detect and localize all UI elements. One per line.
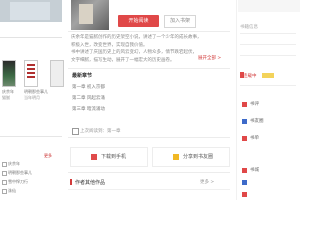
list-item[interactable]: 雪中悍刀行 — [8, 179, 28, 185]
divider — [68, 137, 230, 138]
divider — [240, 33, 296, 34]
divider — [240, 55, 296, 56]
add-to-shelf-button[interactable]: 加入书架 — [164, 15, 196, 28]
banner[interactable] — [0, 0, 62, 22]
download-label: 下载到手机 — [101, 154, 127, 160]
book-cover[interactable] — [50, 60, 64, 87]
more-link[interactable]: 更多 — [44, 153, 52, 159]
chapter-link[interactable]: 第一章 初入京都 — [72, 84, 105, 90]
banner-image — [10, 2, 50, 20]
chapter-link[interactable]: 第三章 暗流涌动 — [72, 106, 105, 112]
share-button[interactable]: 分享到书友圈 — [152, 147, 230, 167]
related-title: 作者其他作品 — [75, 180, 106, 186]
checkbox[interactable] — [2, 171, 7, 176]
book-author: 猫腻 — [2, 95, 10, 100]
group-icon — [242, 119, 247, 124]
read-button[interactable]: 开始阅读 — [118, 15, 159, 27]
misc-icon — [242, 192, 247, 197]
divider — [0, 37, 62, 38]
divider — [240, 44, 296, 45]
related-more-link[interactable]: 更多 > — [200, 179, 214, 185]
tag-badge — [262, 73, 274, 78]
sidebar-item[interactable]: 书评 — [250, 101, 259, 107]
checkbox[interactable] — [2, 180, 7, 185]
list-item[interactable]: 庆余年 — [8, 161, 20, 167]
chapter-link[interactable]: 第二章 风起云涌 — [72, 95, 105, 101]
sidebar-header: 书籍信息 — [240, 25, 258, 30]
section-marker — [70, 179, 72, 185]
comment-icon — [242, 102, 247, 107]
sidebar-item[interactable]: 书城 — [250, 167, 259, 173]
download-button[interactable]: 下载到手机 — [70, 147, 148, 167]
phone-icon — [91, 154, 97, 160]
book-author: 当年明月 — [24, 95, 40, 100]
divider — [68, 172, 230, 173]
expand-description-link[interactable]: 展开全部 > — [198, 55, 221, 61]
sidebar-item[interactable]: 书单 — [250, 135, 259, 141]
divider — [236, 0, 237, 200]
share-label: 分享到书友圈 — [183, 154, 214, 160]
checkbox[interactable] — [2, 162, 7, 167]
bookmark-icon — [72, 128, 79, 135]
store-icon — [242, 168, 247, 173]
divider — [68, 68, 230, 69]
sidebar-item[interactable]: 书友圈 — [250, 118, 264, 124]
last-read-text[interactable]: 上次阅读到：第一章 — [80, 128, 121, 134]
right-top-bar — [238, 0, 300, 12]
status-badge: 连载中 — [243, 74, 257, 79]
divider — [240, 85, 296, 86]
list-icon — [242, 136, 247, 141]
divider — [68, 31, 230, 32]
info-icon — [242, 180, 247, 185]
book-cover-large — [71, 0, 109, 30]
divider — [68, 189, 230, 190]
section-title: 最新章节 — [72, 73, 93, 79]
book-cover[interactable] — [2, 60, 16, 87]
share-icon — [173, 154, 179, 160]
list-item[interactable]: 明朝那些事儿 — [8, 170, 32, 176]
checkbox[interactable] — [2, 189, 7, 194]
book-cover[interactable] — [24, 60, 38, 87]
list-item[interactable]: 诛仙 — [8, 188, 16, 194]
divider — [0, 136, 62, 137]
